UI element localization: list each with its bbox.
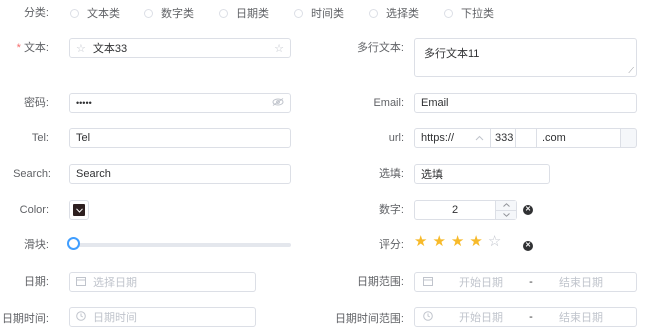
datetime-range-separator: - — [529, 311, 533, 323]
rating-label: 评分: — [378, 239, 404, 251]
url-protocol-select[interactable]: https:// — [414, 128, 491, 148]
date-range-end[interactable]: 结束日期 — [541, 274, 621, 290]
chevron-down-icon — [75, 207, 83, 213]
number-value: 2 — [451, 204, 459, 216]
radio-circle — [144, 8, 153, 18]
decrement-button[interactable] — [496, 210, 516, 219]
rating-clear-icon[interactable]: ✕ — [523, 241, 533, 251]
color-label: Color: — [19, 204, 49, 216]
textarea-value: 多行文本11 — [424, 48, 480, 60]
tel-value: Tel — [76, 132, 91, 144]
rating-stars[interactable]: ★ ★ ★ ★ ☆ — [414, 234, 501, 249]
datetime-range-start[interactable]: 开始日期 — [441, 309, 521, 325]
radio-text-type[interactable]: 文本类 — [70, 6, 120, 20]
url-label: url: — [388, 132, 404, 144]
password-label: 密码: — [23, 97, 49, 109]
datetime-range-end[interactable]: 结束日期 — [541, 309, 621, 325]
star-icon[interactable]: ★ — [451, 234, 464, 249]
required-mark: * — [16, 42, 21, 54]
radio-circle — [294, 8, 303, 18]
radio-label: 日期类 — [236, 8, 269, 20]
multiline-textarea[interactable]: 多行文本11 ⟋ — [414, 38, 637, 77]
radio-label: 时间类 — [311, 8, 344, 20]
star-prefix-icon: ☆ — [76, 42, 86, 55]
calendar-icon — [423, 276, 433, 289]
tel-input[interactable]: Tel — [69, 128, 291, 148]
radio-circle — [219, 8, 228, 18]
radio-dropdown-type[interactable]: 下拉类 — [444, 6, 494, 20]
radio-date-type[interactable]: 日期类 — [219, 6, 269, 20]
select-fill-label: 选填: — [378, 168, 404, 180]
url-host-value: 333 — [495, 132, 514, 144]
url-host-input[interactable]: 333 — [490, 128, 516, 148]
radio-circle — [369, 8, 378, 18]
date-placeholder: 选择日期 — [93, 277, 137, 289]
email-label: Email: — [373, 97, 404, 109]
select-fill-value: 选填 — [421, 169, 443, 181]
email-value: Email — [421, 97, 449, 109]
radio-label: 选择类 — [386, 8, 419, 20]
resize-handle-icon: ⟋ — [628, 66, 634, 75]
category-label: 分类: — [23, 7, 49, 19]
chevron-down-icon — [502, 212, 510, 217]
radio-select-type[interactable]: 选择类 — [369, 6, 419, 20]
color-swatch — [73, 204, 85, 216]
search-label: Search: — [13, 168, 51, 180]
slider-label: 滑块: — [23, 239, 49, 251]
number-clear-icon[interactable]: ✕ — [523, 205, 533, 215]
date-range-start[interactable]: 开始日期 — [441, 274, 521, 290]
radio-label: 文本类 — [87, 8, 120, 20]
chevron-up-icon — [475, 132, 484, 144]
star-suffix-icon: ☆ — [274, 42, 284, 55]
datetime-range-label: 日期时间范围: — [334, 313, 404, 325]
number-input[interactable]: 2 — [414, 200, 517, 220]
date-range-picker[interactable]: 开始日期 - 结束日期 — [414, 272, 637, 292]
text-input[interactable]: ☆ 文本33 ☆ — [69, 38, 291, 58]
password-input[interactable]: ••••• — [69, 93, 291, 113]
date-picker-input[interactable]: 选择日期 — [69, 272, 256, 292]
calendar-icon — [76, 276, 86, 289]
star-icon[interactable]: ★ — [469, 234, 482, 249]
date-range-label: 日期范围: — [356, 276, 404, 288]
star-empty-icon[interactable]: ☆ — [488, 234, 501, 249]
url-append-box — [620, 128, 637, 148]
datetime-placeholder: 日期时间 — [93, 312, 137, 324]
datetime-label: 日期时间: — [1, 313, 49, 325]
radio-circle — [444, 8, 453, 18]
select-fill-input[interactable]: 选填 — [414, 164, 550, 184]
text-label: * 文本: — [17, 41, 49, 55]
text-input-value: 文本33 — [92, 43, 128, 55]
radio-time-type[interactable]: 时间类 — [294, 6, 344, 20]
datetime-picker-input[interactable]: 日期时间 — [69, 307, 256, 327]
eye-off-icon[interactable] — [272, 97, 284, 109]
radio-label: 下拉类 — [461, 8, 494, 20]
password-value: ••••• — [76, 98, 92, 108]
date-label: 日期: — [23, 276, 49, 288]
url-suffix-input[interactable]: .com — [536, 128, 621, 148]
radio-label: 数字类 — [161, 8, 194, 20]
star-icon[interactable]: ★ — [414, 234, 427, 249]
chevron-up-icon — [502, 203, 510, 208]
url-protocol-value: https:// — [421, 132, 455, 144]
increment-button[interactable] — [496, 201, 516, 211]
slider-handle[interactable] — [67, 237, 80, 250]
color-picker[interactable] — [69, 200, 89, 220]
tel-label: Tel: — [31, 132, 49, 144]
number-stepper — [495, 201, 516, 219]
url-suffix-value: .com — [542, 132, 566, 144]
radio-circle — [70, 8, 79, 18]
email-input[interactable]: Email — [414, 93, 637, 113]
text-label-text: 文本: — [23, 42, 49, 54]
number-label: 数字: — [378, 204, 404, 216]
slider-track[interactable] — [69, 243, 291, 247]
search-input[interactable]: Search — [69, 164, 291, 184]
radio-number-type[interactable]: 数字类 — [144, 6, 194, 20]
datetime-range-picker[interactable]: 开始日期 - 结束日期 — [414, 307, 637, 327]
url-spacer — [515, 128, 537, 148]
textarea-label: 多行文本: — [356, 42, 404, 54]
search-value: Search — [76, 168, 111, 180]
date-range-separator: - — [529, 276, 533, 288]
star-icon[interactable]: ★ — [432, 234, 445, 249]
